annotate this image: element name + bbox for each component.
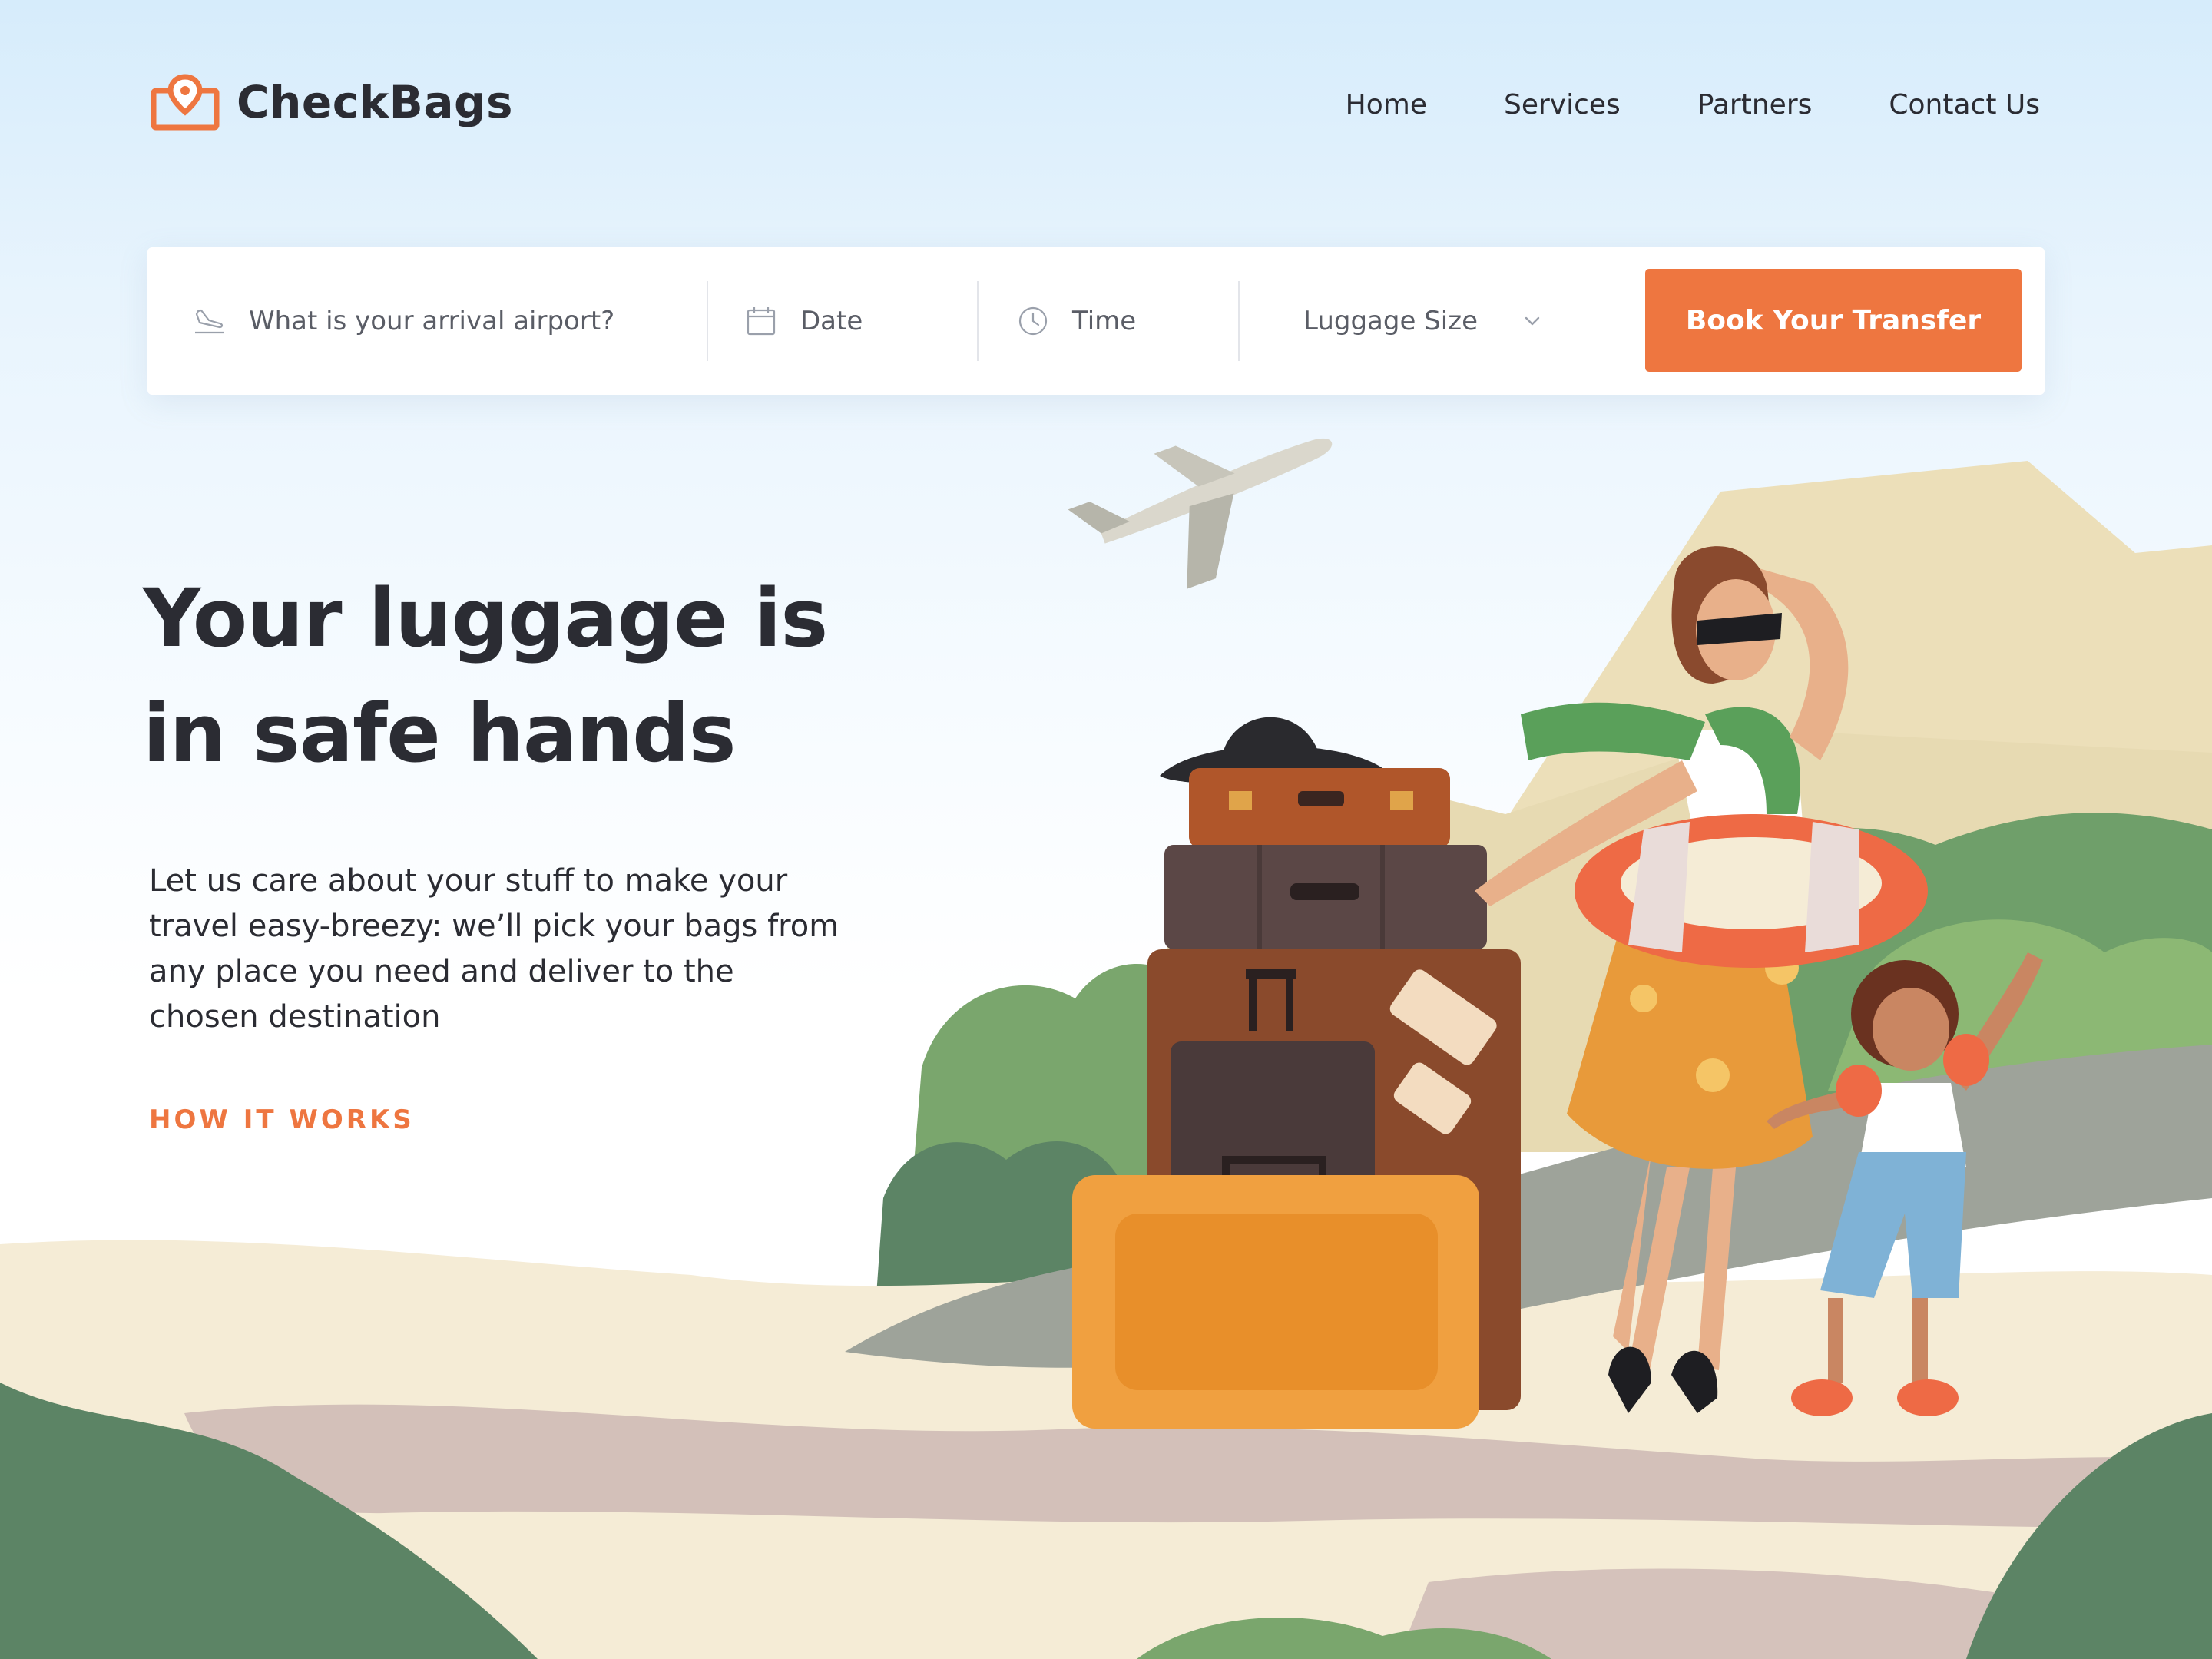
nav-item-home[interactable]: Home xyxy=(1346,89,1427,121)
book-transfer-button[interactable]: Book Your Transfer xyxy=(1645,269,2022,372)
booking-form: What is your arrival airport? Date Time … xyxy=(147,247,2045,395)
hero-title: Your luggage is in safe hands xyxy=(143,561,896,791)
time-input[interactable]: Time xyxy=(1072,306,1136,336)
luggage-size-select[interactable]: Luggage Size xyxy=(1303,247,1695,395)
field-divider xyxy=(707,281,708,361)
hero-description: Let us care about your stuff to make you… xyxy=(149,863,839,1035)
date-field[interactable]: Date xyxy=(743,247,974,395)
time-field[interactable]: Time xyxy=(1015,247,1246,395)
hero-title-line-2: in safe hands xyxy=(143,687,737,780)
main-nav: Home Services Partners Contact Us xyxy=(1346,89,2040,121)
hero-section: Your luggage is in safe hands Let us car… xyxy=(143,561,896,1135)
airport-field[interactable]: What is your arrival airport? xyxy=(192,247,699,395)
plane-landing-icon xyxy=(195,309,224,334)
brand-name: CheckBags xyxy=(237,76,514,128)
nav-item-services[interactable]: Services xyxy=(1504,89,1621,121)
clock-icon xyxy=(1018,306,1048,336)
field-divider xyxy=(977,281,979,361)
chevron-down-icon xyxy=(1525,316,1540,326)
nav-item-contact-us[interactable]: Contact Us xyxy=(1889,89,2040,121)
nav-item-partners[interactable]: Partners xyxy=(1697,89,1813,121)
brand-logo[interactable]: CheckBags xyxy=(151,74,513,131)
bag-pin-icon xyxy=(151,74,220,131)
site-header: CheckBags Home Services Partners Contact… xyxy=(0,0,2212,215)
calendar-icon xyxy=(747,307,776,336)
airplane xyxy=(1068,438,1333,589)
hero-title-line-1: Your luggage is xyxy=(143,571,828,665)
date-input[interactable]: Date xyxy=(800,306,863,336)
luggage-size-value: Luggage Size xyxy=(1303,306,1478,336)
field-divider xyxy=(1238,281,1240,361)
how-it-works-link[interactable]: HOW IT WORKS xyxy=(149,1104,415,1135)
airport-input[interactable]: What is your arrival airport? xyxy=(249,306,614,336)
